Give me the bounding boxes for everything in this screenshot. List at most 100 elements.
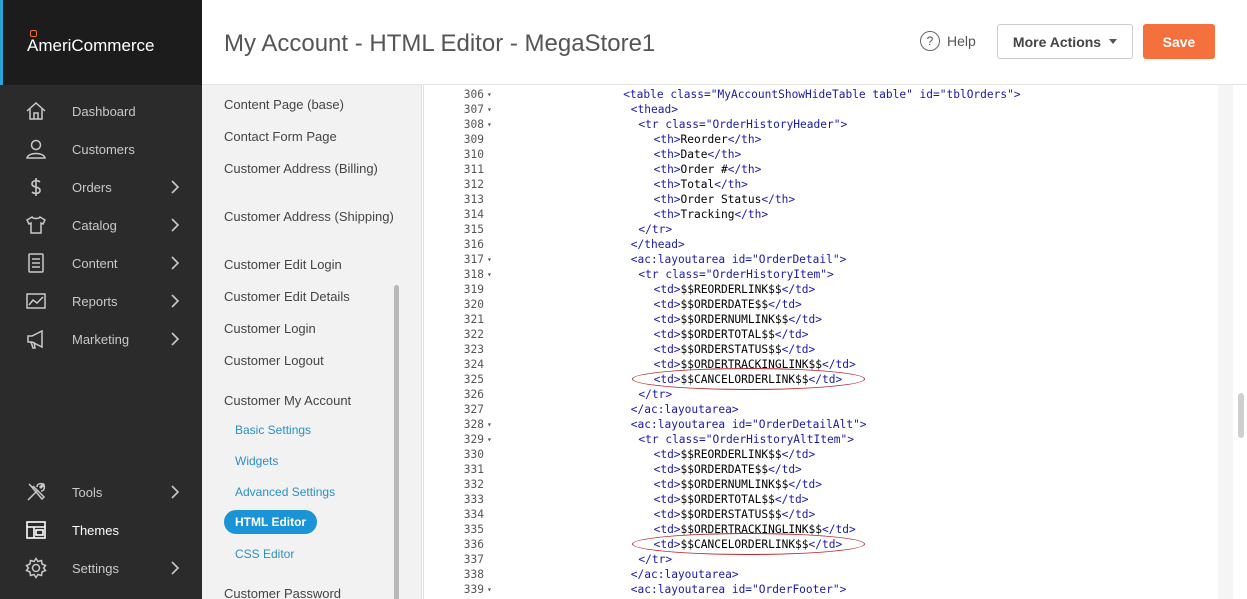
theme-page-item[interactable]: Customer Password — [224, 586, 394, 599]
code-text: <tr class="OrderHistoryAltItem"> — [638, 433, 854, 446]
code-line[interactable]: 313 <th>Order Status</th> — [424, 192, 1218, 207]
theme-page-item[interactable]: Customer Address (Shipping) — [224, 209, 394, 225]
code-line[interactable]: 337 </tr> — [424, 552, 1218, 567]
chevron-right-icon — [170, 294, 180, 311]
code-line[interactable]: 331 <td>$$ORDERDATE$$</td> — [424, 462, 1218, 477]
nav-item-settings[interactable]: Settings — [0, 549, 202, 587]
theme-page-item[interactable]: Customer My Account — [224, 393, 394, 409]
nav-item-label: Themes — [72, 522, 119, 538]
code-line[interactable]: 334 <td>$$ORDERSTATUS$$</td> — [424, 507, 1218, 522]
code-text: <td>$$ORDERTOTAL$$</td> — [653, 493, 809, 506]
fold-arrow-icon[interactable]: ▾ — [487, 252, 492, 267]
nav-item-themes[interactable]: Themes — [0, 511, 202, 549]
theme-page-item[interactable]: Customer Logout — [224, 353, 394, 369]
page-title: My Account - HTML Editor - MegaStore1 — [224, 30, 656, 57]
nav-item-reports[interactable]: Reports — [0, 282, 202, 320]
code-line[interactable]: 328 ▾ <ac:layoutarea id="OrderDetailAlt"> — [424, 417, 1218, 432]
code-line[interactable]: 308 ▾ <tr class="OrderHistoryHeader"> — [424, 117, 1218, 132]
sub-item-active[interactable]: HTML Editor — [224, 510, 318, 534]
sidebar-scrollbar[interactable] — [394, 285, 399, 599]
code-line[interactable]: 338 </ac:layoutarea> — [424, 567, 1218, 582]
line-number: 329 — [463, 433, 484, 446]
nav-item-orders[interactable]: Orders — [0, 168, 202, 206]
help-link[interactable]: ? Help — [920, 31, 976, 51]
theme-page-item[interactable]: Customer Address (Billing) — [224, 161, 394, 177]
code-line[interactable]: 322 <td>$$ORDERTOTAL$$</td> — [424, 327, 1218, 342]
code-area[interactable]: 306 ▾ <table class="MyAccountShowHideTable… — [423, 85, 1218, 599]
code-text: <tr class="OrderHistoryHeader"> — [638, 118, 848, 131]
nav-item-label: Orders — [72, 179, 112, 195]
theme-page-item[interactable]: Contact Form Page — [224, 129, 394, 145]
line-number: 313 — [463, 193, 484, 206]
code-line[interactable]: 316 </thead> — [424, 237, 1218, 252]
sub-item[interactable]: Basic Settings — [235, 423, 311, 437]
nav-item-content[interactable]: Content — [0, 244, 202, 282]
fold-arrow-icon[interactable]: ▾ — [487, 102, 492, 117]
chevron-right-icon — [170, 561, 180, 578]
chevron-right-icon — [170, 256, 180, 273]
code-line[interactable]: 333 <td>$$ORDERTOTAL$$</td> — [424, 492, 1218, 507]
sub-item[interactable]: Widgets — [235, 454, 278, 468]
line-number: 308 — [463, 118, 484, 131]
tools-icon — [24, 480, 48, 504]
line-number: 314 — [463, 208, 484, 221]
nav-item-marketing[interactable]: Marketing — [0, 320, 202, 358]
code-line[interactable]: 314 <th>Tracking</th> — [424, 207, 1218, 222]
code-line[interactable]: 312 <th>Total</th> — [424, 177, 1218, 192]
code-line[interactable]: 326 </tr> — [424, 387, 1218, 402]
code-line[interactable]: 332 <td>$$ORDERNUMLINK$$</td> — [424, 477, 1218, 492]
line-number: 312 — [463, 178, 484, 191]
fold-arrow-icon[interactable]: ▾ — [487, 432, 492, 447]
code-line[interactable]: 321 <td>$$ORDERNUMLINK$$</td> — [424, 312, 1218, 327]
line-number: 315 — [463, 223, 484, 236]
sub-item[interactable]: CSS Editor — [235, 547, 294, 561]
line-number: 307 — [463, 103, 484, 116]
page-scrollbar[interactable] — [1238, 393, 1244, 438]
code-text: <td>$$REORDERLINK$$</td> — [653, 283, 816, 296]
caret-down-icon — [1109, 39, 1118, 44]
nav-item-catalog[interactable]: Catalog — [0, 206, 202, 244]
code-line[interactable]: 330 <td>$$REORDERLINK$$</td> — [424, 447, 1218, 462]
code-line[interactable]: 310 <th>Date</th> — [424, 147, 1218, 162]
code-line[interactable]: 317 ▾ <ac:layoutarea id="OrderDetail"> — [424, 252, 1218, 267]
line-number: 337 — [463, 553, 484, 566]
theme-page-item[interactable]: Content Page (base) — [224, 97, 394, 113]
sub-item[interactable]: Advanced Settings — [235, 485, 335, 499]
code-text: <th>Reorder</th> — [653, 133, 762, 146]
help-label: Help — [947, 33, 976, 49]
code-line[interactable]: 327 </ac:layoutarea> — [424, 402, 1218, 417]
code-line[interactable]: 311 <th>Order #</th> — [424, 162, 1218, 177]
code-line[interactable]: 306 ▾ <table class="MyAccountShowHideTable… — [424, 87, 1218, 102]
code-line[interactable]: 323 <td>$$ORDERSTATUS$$</td> — [424, 342, 1218, 357]
more-actions-button[interactable]: More Actions — [997, 24, 1133, 59]
code-text: <ac:layoutarea id="OrderFooter"> — [630, 583, 847, 596]
line-number: 320 — [463, 298, 484, 311]
line-number: 319 — [463, 283, 484, 296]
code-line[interactable]: 318 ▾ <tr class="OrderHistoryItem"> — [424, 267, 1218, 282]
theme-page-item[interactable]: Customer Edit Login — [224, 257, 394, 273]
line-number: 330 — [463, 448, 484, 461]
fold-arrow-icon[interactable]: ▾ — [487, 417, 492, 432]
nav-item-dashboard[interactable]: Dashboard — [0, 92, 202, 130]
code-text: <td>$$ORDERTOTAL$$</td> — [653, 328, 809, 341]
line-number: 332 — [463, 478, 484, 491]
code-line[interactable]: 309 <th>Reorder</th> — [424, 132, 1218, 147]
brand-logo[interactable]: AmeriCommerce — [27, 30, 155, 56]
code-line[interactable]: 319 <td>$$REORDERLINK$$</td> — [424, 282, 1218, 297]
code-line[interactable]: 329 ▾ <tr class="OrderHistoryAltItem"> — [424, 432, 1218, 447]
code-line[interactable]: 339 ▾ <ac:layoutarea id="OrderFooter"> — [424, 582, 1218, 597]
fold-arrow-icon[interactable]: ▾ — [487, 582, 492, 597]
fold-arrow-icon[interactable]: ▾ — [487, 117, 492, 132]
theme-page-item[interactable]: Customer Login — [224, 321, 394, 337]
code-line[interactable]: 315 </tr> — [424, 222, 1218, 237]
code-text: <thead> — [630, 103, 678, 116]
nav-item-customers[interactable]: Customers — [0, 130, 202, 168]
save-button[interactable]: Save — [1143, 24, 1215, 59]
code-line[interactable]: 307 ▾ <thead> — [424, 102, 1218, 117]
theme-page-item[interactable]: Customer Edit Details — [224, 289, 394, 305]
fold-arrow-icon[interactable]: ▾ — [487, 267, 492, 282]
gear-icon — [24, 556, 48, 580]
fold-arrow-icon[interactable]: ▾ — [487, 87, 492, 102]
code-line[interactable]: 320 <td>$$ORDERDATE$$</td> — [424, 297, 1218, 312]
nav-item-tools[interactable]: Tools — [0, 473, 202, 511]
